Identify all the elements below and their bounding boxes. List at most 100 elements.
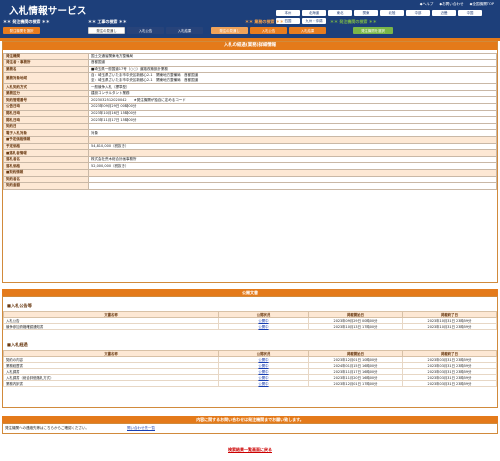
doc-end: 2023年10月31日 23時59分	[402, 323, 497, 330]
region-tab[interactable]: 中部	[406, 10, 430, 16]
inquiry-text: 発注機関への連絡先等はこちらからご確認ください。	[5, 426, 89, 430]
detail-label: 電子入札対象	[3, 129, 89, 138]
detail-value: 首都国道	[88, 59, 497, 67]
detail-row: 開札日時 2023年11月17日 15時00分	[3, 116, 497, 124]
category-label: ＊＊ 発注機関の検索 ＊＊	[3, 19, 50, 24]
region-tab[interactable]: 関東	[354, 10, 378, 16]
category-label: ＊＊ 工事の検索 ＊＊	[88, 19, 127, 24]
nav-tab[interactable]: 入札公告	[250, 27, 287, 34]
detail-row: ■予定価格情報	[3, 136, 497, 144]
doc-name: 競争参加資格確認通知書	[3, 323, 219, 330]
detail-value: ■埼玉県一般国道17号（○○）道路改築設計業務	[88, 65, 497, 74]
docs-section-title: 公開文書	[2, 289, 498, 296]
region-tabs: 本州 北海道 東北 関東 北陸 中部 近畿 中国 四国 九州・沖縄	[276, 10, 496, 24]
detail-label: 落札価格	[3, 162, 89, 170]
detail-row: 契約者名	[3, 175, 497, 184]
detail-row: 発注者・事務所 首都国道	[3, 59, 497, 67]
detail-value: 2023年10月16日 15時00分	[88, 109, 497, 118]
docs-panel: ■入札公告等 文書名称 公開状況 掲載開始日 掲載終了日 入札公告 公開中 2023…	[2, 296, 498, 408]
contact-link[interactable]: ◆お問い合わせ	[439, 2, 463, 7]
doc-start: 2023年10月13日 17時00分	[308, 323, 403, 330]
detail-label: 契約日	[3, 122, 89, 131]
detail-row: 契約日	[3, 122, 497, 131]
detail-row: ■契約情報	[3, 169, 497, 177]
group-label: ■入札公告等	[7, 303, 32, 308]
detail-row: 業務区分 建設コンサルタント業務	[3, 89, 497, 98]
inquiry-banner: 内容に関するお問い合わせは発注機関までお願い致します。	[2, 416, 498, 423]
detail-row: 公告日時 2023年09月29日 00時00分	[3, 103, 497, 111]
detail-value	[88, 122, 497, 131]
category-label: ＊＊ 発注機関の検索 ＊＊	[330, 19, 377, 24]
doc-row: 業務内訳書 公開中 2023年12月01日 17時00分 2023年03月31日 23…	[3, 380, 497, 387]
region-tab[interactable]: 近畿	[432, 10, 456, 16]
detail-label: 開札日時	[3, 116, 89, 124]
doc-name: 業務内訳書	[3, 380, 219, 387]
top-links: ◆ヘルプ ◆お問い合わせ ◆全国機関TOP	[420, 2, 494, 7]
region-tab[interactable]: 九州・沖縄	[302, 18, 326, 24]
detail-value: 国土交通省関東地方整備局	[88, 52, 497, 61]
doc-status-link[interactable]: 公開中	[218, 323, 309, 330]
docs-table: 文書名称 公開状況 掲載開始日 掲載終了日 入札公告 公開中 2023年09月29日…	[3, 311, 497, 330]
detail-row: 落札者名 株式会社荒木総合計画事務所	[3, 155, 497, 164]
docs-table: 文書名称 公開状況 掲載開始日 掲載終了日 契約の内容 公開中 2023年12月01…	[3, 350, 497, 387]
region-tab[interactable]: 本州	[276, 10, 300, 16]
inquiry-row: 発注機関への連絡先等はこちらからご確認ください。 問い合わせ先一覧	[2, 423, 498, 434]
back-to-results-link[interactable]: 検索結果一覧画面に戻る	[0, 447, 500, 453]
nav-tabs: 発注の見通し 入札公告 入札結果	[211, 27, 326, 34]
detail-value: 対象	[88, 129, 497, 138]
group-label: ■入札経過	[7, 342, 28, 347]
detail-value: 自：埼玉県さいたま市中央区新都心2-1 関東地方整備局 首都国道 至：埼玉県さい…	[88, 72, 497, 85]
doc-row: 競争参加資格確認通知書 公開中 2023年10月13日 17時00分 2023年10月…	[3, 323, 497, 330]
nav-tab[interactable]: 発注機関を選択	[3, 27, 40, 34]
top-page-link[interactable]: ◆全国機関TOP	[470, 2, 494, 7]
detail-row: 契約金額	[3, 182, 497, 190]
detail-value: 2023年11月17日 15時00分	[88, 116, 497, 124]
category-label: ＊＊ 業務の検索 ＊＊	[245, 19, 284, 24]
detail-value	[88, 136, 497, 144]
detail-row: 入札契約方式 一般競争入札（標準型）	[3, 83, 497, 91]
detail-row: 開札日時 2023年10月16日 15時00分	[3, 109, 497, 118]
detail-value	[88, 169, 497, 177]
detail-label: 発注機関	[3, 52, 89, 61]
detail-label: 発注者・事務所	[3, 59, 89, 67]
detail-label: 業務名	[3, 65, 89, 74]
nav-tab[interactable]: 発注の見通し	[88, 27, 125, 34]
help-link[interactable]: ◆ヘルプ	[420, 2, 434, 7]
detail-label: ■予定価格情報	[3, 136, 89, 144]
detail-row: 落札価格 52,000,000（税抜き）	[3, 162, 497, 170]
doc-start: 2023年12月01日 17時00分	[308, 380, 403, 387]
nav-tab[interactable]: 入札結果	[289, 27, 326, 34]
contact-list-link[interactable]: 問い合わせ先一覧	[127, 426, 155, 431]
nav-tab[interactable]: 発注機関を選択	[353, 27, 393, 34]
detail-row: 業務名 ■埼玉県一般国道17号（○○）道路改築設計業務	[3, 65, 497, 74]
detail-value	[88, 175, 497, 184]
region-tab[interactable]: 東北	[328, 10, 352, 16]
detail-value: 2023032512020042 ★発注機関が独自に定めるコード	[88, 96, 497, 105]
region-tab[interactable]: 北陸	[380, 10, 404, 16]
detail-label: 契約者名	[3, 175, 89, 184]
detail-value: 株式会社荒木総合計画事務所	[88, 155, 497, 164]
nav-tabs: 発注の見通し 入札公告 入札結果	[88, 27, 203, 34]
detail-value	[88, 149, 497, 157]
nav-tabs: 発注機関を選択	[3, 27, 40, 34]
detail-panel: 入札の経過(業務)詳細情報 発注機関 国土交通省関東地方整備局 発注者・事務所 首都国…	[2, 41, 498, 283]
detail-table: 発注機関 国土交通省関東地方整備局 発注者・事務所 首都国道 業務名 ■埼玉県一般国道17…	[3, 52, 497, 190]
detail-row: 予定価格 54,810,000（税抜き）	[3, 142, 497, 151]
section-title: 入札の経過(業務)詳細情報	[3, 42, 497, 50]
region-tab[interactable]: 中国	[458, 10, 482, 16]
nav-tab[interactable]: 入札公告	[127, 27, 164, 34]
detail-label: 業務対象地域	[3, 72, 89, 85]
doc-status-link[interactable]: 公開中	[218, 380, 309, 387]
detail-value: 2023年09月29日 00時00分	[88, 103, 497, 111]
detail-label: 予定価格	[3, 142, 89, 151]
nav-tab[interactable]: 入札結果	[166, 27, 203, 34]
detail-row: 契約管理番号 2023032512020042 ★発注機関が独自に定めるコード	[3, 96, 497, 105]
nav-tab[interactable]: 発注の見通し	[211, 27, 248, 34]
detail-label: 入札契約方式	[3, 83, 89, 91]
region-tab[interactable]: 北海道	[302, 10, 326, 16]
detail-row: 発注機関 国土交通省関東地方整備局	[3, 52, 497, 61]
detail-value: 建設コンサルタント業務	[88, 89, 497, 98]
detail-label: 契約管理番号	[3, 96, 89, 105]
detail-label: 契約金額	[3, 182, 89, 190]
detail-value: 52,000,000（税抜き）	[88, 162, 497, 170]
